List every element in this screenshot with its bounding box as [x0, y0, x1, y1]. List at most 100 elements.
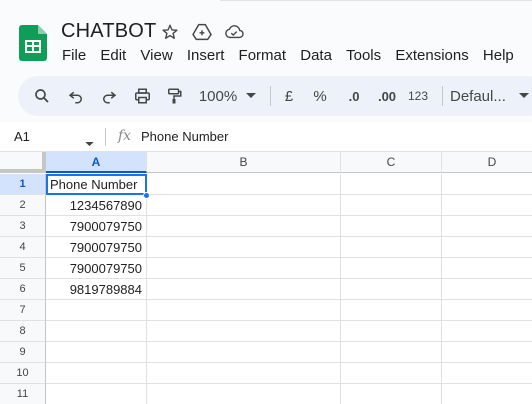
row-header-8[interactable]: 8 — [0, 321, 46, 342]
row-header-1[interactable]: 1 — [0, 174, 46, 195]
cell-b11[interactable] — [147, 384, 341, 404]
row-header-10[interactable]: 10 — [0, 363, 46, 384]
search-icon[interactable] — [30, 76, 54, 116]
zoom-select[interactable]: 100% — [194, 76, 242, 116]
toolbar-divider — [442, 86, 443, 106]
fill-handle[interactable] — [143, 192, 150, 199]
name-box[interactable]: A1 — [14, 129, 30, 144]
column-header-c[interactable]: C — [341, 152, 442, 173]
column-header-d[interactable]: D — [442, 152, 532, 173]
undo-icon[interactable] — [64, 76, 88, 116]
chevron-down-icon[interactable] — [244, 76, 258, 116]
menu-tools[interactable]: Tools — [346, 47, 381, 64]
cell-a3[interactable]: 7900079750 — [46, 216, 147, 237]
cell-b2[interactable] — [147, 195, 341, 216]
paint-format-icon[interactable] — [162, 76, 186, 116]
cell-d5[interactable] — [442, 258, 532, 279]
print-icon[interactable] — [130, 76, 154, 116]
cell-c5[interactable] — [341, 258, 442, 279]
number-format-button[interactable]: 123 — [406, 76, 430, 116]
formula-divider — [105, 128, 106, 146]
row-header-5[interactable]: 5 — [0, 258, 46, 279]
active-cell-border — [46, 174, 147, 195]
cell-c7[interactable] — [341, 300, 442, 321]
cell-b3[interactable] — [147, 216, 341, 237]
cell-a5[interactable]: 7900079750 — [46, 258, 147, 279]
row-header-2[interactable]: 2 — [0, 195, 46, 216]
cell-a6[interactable]: 9819789884 — [46, 279, 147, 300]
cell-c9[interactable] — [341, 342, 442, 363]
cell-a8[interactable] — [46, 321, 147, 342]
menu-extensions[interactable]: Extensions — [395, 47, 468, 64]
name-box-chevron-icon[interactable] — [85, 134, 94, 152]
cell-a10[interactable] — [46, 363, 147, 384]
cell-c3[interactable] — [341, 216, 442, 237]
font-chevron-down-icon[interactable] — [517, 76, 531, 116]
column-header-a[interactable]: A — [46, 152, 147, 173]
column-header-b[interactable]: B — [147, 152, 341, 173]
cell-d6[interactable] — [442, 279, 532, 300]
cell-d9[interactable] — [442, 342, 532, 363]
currency-button[interactable]: £ — [280, 76, 298, 116]
increase-decimal-button[interactable]: .00 — [371, 76, 403, 116]
cell-b6[interactable] — [147, 279, 341, 300]
menu-file[interactable]: File — [62, 47, 86, 64]
sheets-logo-icon[interactable] — [19, 25, 47, 61]
cell-b7[interactable] — [147, 300, 341, 321]
app-header: CHATBOT File Edit View Insert Format Dat… — [0, 0, 532, 74]
row-header-3[interactable]: 3 — [0, 216, 46, 237]
toolbar-divider — [270, 86, 271, 106]
select-all-corner[interactable] — [0, 152, 46, 173]
cell-b9[interactable] — [147, 342, 341, 363]
document-title[interactable]: CHATBOT — [61, 20, 156, 43]
cell-c2[interactable] — [341, 195, 442, 216]
cell-d4[interactable] — [442, 237, 532, 258]
cell-d11[interactable] — [442, 384, 532, 404]
menu-help[interactable]: Help — [483, 47, 514, 64]
row-header-11[interactable]: 11 — [0, 384, 46, 404]
cell-c8[interactable] — [341, 321, 442, 342]
cell-a11[interactable] — [46, 384, 147, 404]
row-header-4[interactable]: 4 — [0, 237, 46, 258]
top-border — [0, 0, 532, 3]
cell-a4[interactable]: 7900079750 — [46, 237, 147, 258]
percent-button[interactable]: % — [310, 76, 330, 116]
menu-insert[interactable]: Insert — [187, 47, 225, 64]
cell-a7[interactable] — [46, 300, 147, 321]
move-to-drive-icon[interactable] — [192, 22, 212, 42]
cell-d1[interactable] — [442, 174, 532, 195]
cell-c11[interactable] — [341, 384, 442, 404]
cell-d10[interactable] — [442, 363, 532, 384]
cell-d3[interactable] — [442, 216, 532, 237]
cell-c6[interactable] — [341, 279, 442, 300]
cell-d7[interactable] — [442, 300, 532, 321]
menu-format[interactable]: Format — [239, 47, 287, 64]
decrease-decimal-button[interactable]: .0 — [340, 76, 368, 116]
menu-edit[interactable]: Edit — [100, 47, 126, 64]
cell-c10[interactable] — [341, 363, 442, 384]
row-header-7[interactable]: 7 — [0, 300, 46, 321]
font-select[interactable]: Defaul... — [450, 76, 514, 116]
cell-a9[interactable] — [46, 342, 147, 363]
menu-bar: File Edit View Insert Format Data Tools … — [62, 47, 528, 64]
cell-c4[interactable] — [341, 237, 442, 258]
spreadsheet-grid[interactable]: A B C D 1 2 3 4 5 6 7 8 9 10 11 Phone Nu… — [0, 152, 532, 404]
row-header-6[interactable]: 6 — [0, 279, 46, 300]
cloud-saved-icon[interactable] — [224, 22, 244, 42]
cell-c1[interactable] — [341, 174, 442, 195]
star-icon[interactable] — [160, 22, 180, 42]
cell-b8[interactable] — [147, 321, 341, 342]
cell-d8[interactable] — [442, 321, 532, 342]
cell-b1[interactable] — [147, 174, 341, 195]
row-header-9[interactable]: 9 — [0, 342, 46, 363]
cell-b4[interactable] — [147, 237, 341, 258]
formula-bar: A1 fx Phone Number — [0, 122, 532, 152]
menu-data[interactable]: Data — [300, 47, 332, 64]
cell-b10[interactable] — [147, 363, 341, 384]
formula-input[interactable]: Phone Number — [141, 129, 228, 144]
menu-view[interactable]: View — [140, 47, 172, 64]
cell-d2[interactable] — [442, 195, 532, 216]
cell-b5[interactable] — [147, 258, 341, 279]
redo-icon[interactable] — [97, 76, 121, 116]
cell-a2[interactable]: 1234567890 — [46, 195, 147, 216]
